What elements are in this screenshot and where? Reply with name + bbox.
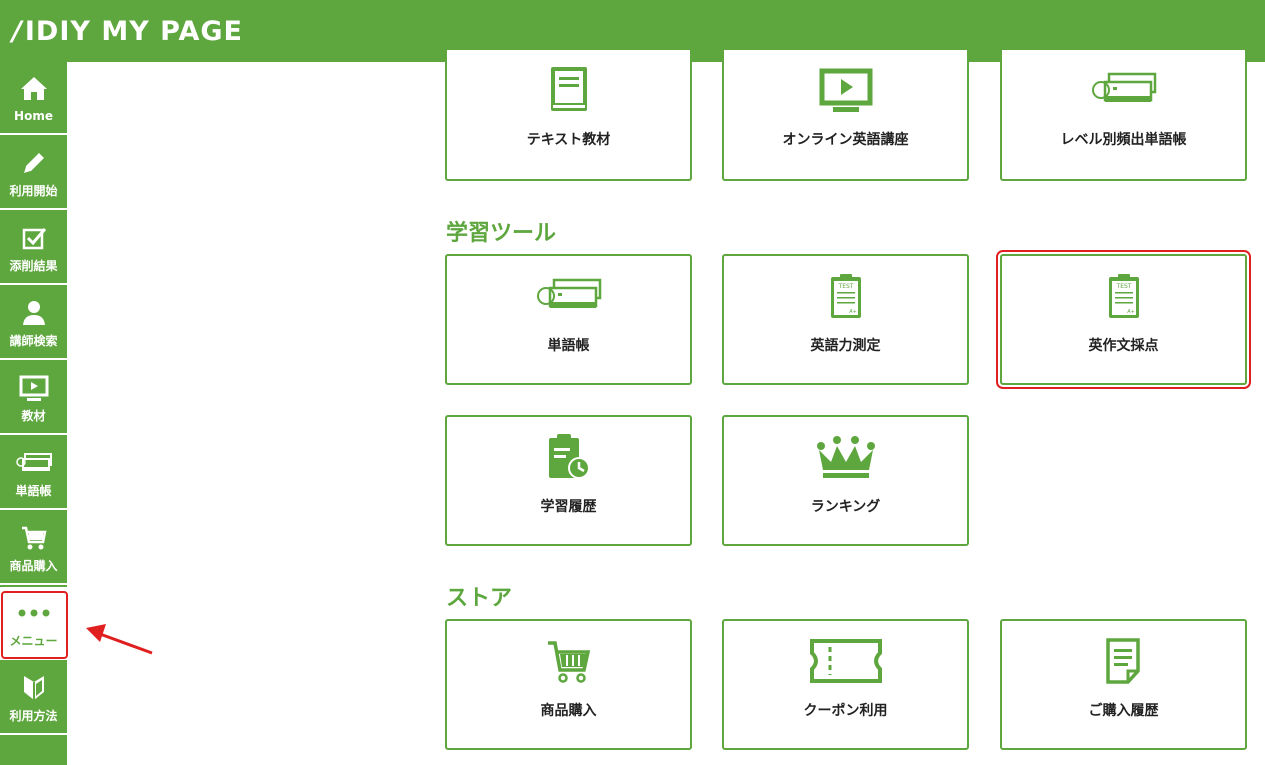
card-purchase[interactable]: 商品購入 — [445, 619, 692, 750]
sidebar-item-purchase[interactable]: 商品購入 — [0, 512, 67, 585]
sidebar-item-start[interactable]: 利用開始 — [0, 137, 67, 210]
sidebar-item-label: 利用開始 — [9, 184, 58, 198]
sidebar-item-label: メニュー — [9, 634, 58, 648]
document-icon — [1002, 631, 1245, 691]
sidebar-item-materials[interactable]: 教材 — [0, 362, 67, 435]
book-icon — [447, 60, 690, 120]
sidebar-item-label: 単語帳 — [15, 484, 52, 498]
card-ranking[interactable]: ランキング — [722, 415, 969, 546]
sidebar-item-menu[interactable]: メニュー — [0, 587, 67, 660]
grade-label: A+ — [1126, 309, 1135, 315]
flashcards-icon — [447, 266, 690, 326]
card-purchase-history[interactable]: ご購入履歴 — [1000, 619, 1247, 750]
grade-label: A+ — [848, 309, 857, 315]
card-essay-scoring[interactable]: TEST A+ 英作文採点 — [1000, 254, 1247, 385]
logo-quill-icon: / — [12, 16, 23, 47]
cart-icon — [0, 523, 67, 553]
card-label: ご購入履歴 — [1088, 703, 1159, 719]
section-title-store: ストア — [446, 586, 513, 611]
card-label: レベル別頻出単語帳 — [1060, 132, 1187, 148]
logo[interactable]: /IDIY MY PAGE — [12, 15, 243, 49]
card-level-vocab[interactable]: レベル別頻出単語帳 — [1000, 50, 1247, 181]
card-coupon[interactable]: クーポン利用 — [722, 619, 969, 750]
pencil-icon — [0, 148, 67, 178]
ticket-icon — [724, 631, 967, 691]
card-label: 英作文採点 — [1088, 338, 1159, 354]
sidebar: Home 利用開始 添削結果 講師検索 教材 単語帳 商品購入 メニュー 利用方… — [0, 62, 67, 765]
card-label: 単語帳 — [547, 338, 590, 354]
test-clipboard-icon: TEST A+ — [1002, 266, 1245, 326]
sidebar-item-vocab[interactable]: 単語帳 — [0, 437, 67, 510]
sidebar-item-label: 講師検索 — [9, 334, 58, 348]
test-clipboard-icon: TEST A+ — [724, 266, 967, 326]
card-label: ランキング — [810, 499, 881, 515]
home-icon — [0, 73, 67, 103]
card-label: 学習履歴 — [540, 499, 597, 515]
flashcards-icon — [0, 448, 67, 478]
sidebar-item-label: Home — [14, 109, 53, 123]
sidebar-item-label: 商品購入 — [9, 559, 58, 573]
card-english-test[interactable]: TEST A+ 英語力測定 — [722, 254, 969, 385]
card-label: オンライン英語講座 — [782, 132, 909, 148]
crown-icon — [724, 427, 967, 487]
test-label: TEST — [837, 283, 853, 290]
sidebar-item-howto[interactable]: 利用方法 — [0, 662, 67, 735]
card-label: クーポン利用 — [803, 703, 888, 719]
test-label: TEST — [1115, 283, 1131, 290]
card-label: テキスト教材 — [526, 132, 611, 148]
checkbox-icon — [0, 223, 67, 253]
card-label: 英語力測定 — [810, 338, 881, 354]
annotation-arrow-icon — [86, 624, 153, 655]
sidebar-item-results[interactable]: 添削結果 — [0, 212, 67, 285]
sidebar-item-label: 教材 — [21, 409, 46, 423]
sidebar-item-tutor-search[interactable]: 講師検索 — [0, 287, 67, 360]
flashcards-icon — [1002, 60, 1245, 120]
sidebar-item-label: 利用方法 — [9, 709, 58, 723]
card-vocab[interactable]: 単語帳 — [445, 254, 692, 385]
sidebar-item-home[interactable]: Home — [0, 62, 67, 135]
card-label: 商品購入 — [540, 703, 597, 719]
card-online-course[interactable]: オンライン英語講座 — [722, 50, 969, 181]
monitor-icon — [724, 60, 967, 120]
card-text-material[interactable]: テキスト教材 — [445, 50, 692, 181]
cart-icon — [447, 631, 690, 691]
monitor-icon — [0, 373, 67, 403]
card-study-history[interactable]: 学習履歴 — [445, 415, 692, 546]
logo-text: IDIY MY PAGE — [24, 16, 243, 47]
sidebar-item-label: 添削結果 — [9, 259, 58, 273]
user-icon — [0, 298, 67, 328]
dots-icon — [0, 598, 67, 628]
beginner-mark-icon — [0, 673, 67, 703]
clipboard-clock-icon — [447, 427, 690, 487]
section-title-tools: 学習ツール — [446, 221, 557, 246]
